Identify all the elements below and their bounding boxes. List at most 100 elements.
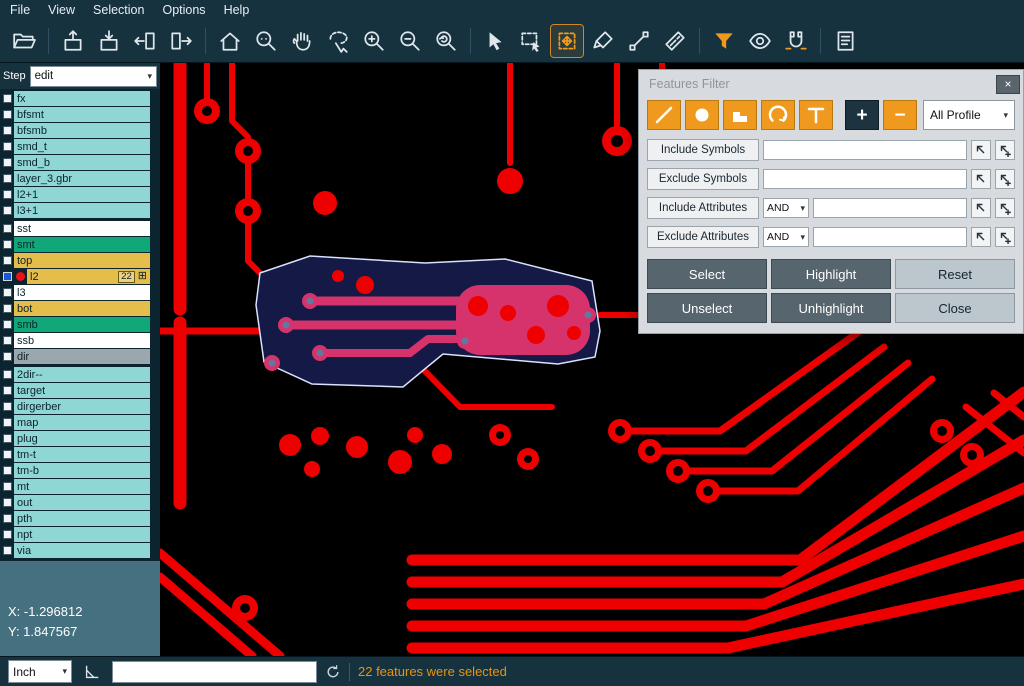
layer-row-l3+1[interactable]: l3+1 (0, 203, 160, 218)
exclude-attributes-input[interactable] (813, 227, 967, 247)
menu-item-options[interactable]: Options (162, 3, 205, 17)
home-icon[interactable] (214, 25, 246, 57)
close-button[interactable]: Close (895, 293, 1015, 323)
layer-row-top[interactable]: top (0, 253, 160, 268)
layer-label[interactable]: layer_3.gbr (14, 171, 150, 186)
layer-row-plug[interactable]: plug (0, 431, 160, 446)
layer-row-l2[interactable]: l222⊞ (0, 269, 160, 284)
angle-tool-icon[interactable] (80, 660, 104, 684)
layer-checkbox[interactable] (0, 402, 14, 411)
layer-label[interactable]: l2+1 (14, 187, 150, 202)
layer-row-bfsmt[interactable]: bfsmt (0, 107, 160, 122)
command-input[interactable] (112, 661, 317, 683)
layer-row-bfsmb[interactable]: bfsmb (0, 123, 160, 138)
pad-feature-icon[interactable] (685, 100, 719, 130)
include-symbols-input[interactable] (763, 140, 967, 160)
step-selector[interactable]: edit ▾ (30, 66, 157, 87)
lasso-select-icon[interactable] (322, 25, 354, 57)
layer-row-mt[interactable]: mt (0, 479, 160, 494)
view-eye-icon[interactable] (744, 25, 776, 57)
layer-label[interactable]: smd_t (14, 139, 150, 154)
unit-selector[interactable]: Inch ▾ (8, 660, 72, 683)
open-folder-icon[interactable] (8, 25, 40, 57)
layer-row-fx[interactable]: fx (0, 91, 160, 106)
layer-label[interactable]: via (14, 543, 150, 558)
reset-button[interactable]: Reset (895, 259, 1015, 289)
pick-from-canvas-icon[interactable] (971, 198, 991, 218)
remove-filter-button[interactable]: − (883, 100, 917, 130)
layer-checkbox[interactable] (0, 190, 14, 199)
layer-row-via[interactable]: via (0, 543, 160, 558)
close-icon[interactable]: × (996, 75, 1020, 94)
cursor-icon[interactable] (479, 25, 511, 57)
layer-checkbox[interactable] (0, 546, 14, 555)
layer-label[interactable]: 2dir-- (14, 367, 150, 382)
layer-row-sst[interactable]: sst (0, 221, 160, 236)
layer-row-tm-b[interactable]: tm-b (0, 463, 160, 478)
layer-checkbox[interactable] (0, 450, 14, 459)
layer-label[interactable]: smt (14, 237, 150, 252)
dialog-title-bar[interactable]: Features Filter × (639, 70, 1023, 96)
layer-row-ssb[interactable]: ssb (0, 333, 160, 348)
layer-label[interactable]: out (14, 495, 150, 510)
layer-label[interactable]: dirgerber (14, 399, 150, 414)
menu-item-file[interactable]: File (10, 3, 30, 17)
layer-checkbox[interactable] (0, 320, 14, 329)
area-select-icon[interactable] (515, 25, 547, 57)
text-feature-icon[interactable] (799, 100, 833, 130)
layer-checkbox[interactable] (0, 336, 14, 345)
layer-label[interactable]: l222⊞ (27, 269, 150, 284)
layer-checkbox[interactable] (0, 434, 14, 443)
profile-selector[interactable]: All Profile▾ (923, 100, 1015, 130)
layer-row-dir[interactable]: dir (0, 349, 160, 364)
layer-label[interactable]: smb (14, 317, 150, 332)
layer-checkbox[interactable] (0, 110, 14, 119)
refresh-icon[interactable] (325, 664, 341, 680)
layer-label[interactable]: map (14, 415, 150, 430)
layer-label[interactable]: target (14, 383, 150, 398)
and-or-selector[interactable]: AND▾ (763, 198, 809, 218)
layer-row-tm-t[interactable]: tm-t (0, 447, 160, 462)
layer-row-l3[interactable]: l3 (0, 285, 160, 300)
pick-from-canvas-icon[interactable] (971, 227, 991, 247)
layer-checkbox[interactable] (0, 498, 14, 507)
export-up-icon[interactable] (57, 25, 89, 57)
pan-hand-icon[interactable] (286, 25, 318, 57)
include-attributes-input[interactable] (813, 198, 967, 218)
pick-add-icon[interactable] (995, 198, 1015, 218)
layer-label[interactable]: pth (14, 511, 150, 526)
layer-checkbox[interactable] (0, 482, 14, 491)
layer-label[interactable]: smd_b (14, 155, 150, 170)
layer-label[interactable]: npt (14, 527, 150, 542)
menu-item-selection[interactable]: Selection (93, 3, 144, 17)
layer-label[interactable]: bfsmt (14, 107, 150, 122)
menu-item-view[interactable]: View (48, 3, 75, 17)
line-feature-icon[interactable] (647, 100, 681, 130)
layer-row-npt[interactable]: npt (0, 527, 160, 542)
layer-checkbox[interactable] (0, 142, 14, 151)
layer-label[interactable]: fx (14, 91, 150, 106)
pick-add-icon[interactable] (995, 169, 1015, 189)
layer-checkbox[interactable] (0, 206, 14, 215)
layer-row-layer_3.gbr[interactable]: layer_3.gbr (0, 171, 160, 186)
layer-row-bot[interactable]: bot (0, 301, 160, 316)
layer-label[interactable]: top (14, 253, 150, 268)
layer-checkbox[interactable] (0, 94, 14, 103)
layer-row-smt[interactable]: smt (0, 237, 160, 252)
layer-label[interactable]: dir (14, 349, 150, 364)
layer-row-smb[interactable]: smb (0, 317, 160, 332)
layer-row-target[interactable]: target (0, 383, 160, 398)
layer-label[interactable]: bfsmb (14, 123, 150, 138)
layer-row-smd_b[interactable]: smd_b (0, 155, 160, 170)
paint-icon[interactable] (587, 25, 619, 57)
pick-add-icon[interactable] (995, 140, 1015, 160)
layer-checkbox[interactable] (0, 386, 14, 395)
layer-row-out[interactable]: out (0, 495, 160, 510)
arc-feature-icon[interactable] (761, 100, 795, 130)
layer-label[interactable]: tm-b (14, 463, 150, 478)
export-right-icon[interactable] (165, 25, 197, 57)
snap-magnet-icon[interactable] (780, 25, 812, 57)
layer-checkbox[interactable] (0, 126, 14, 135)
zoom-in-icon[interactable] (358, 25, 390, 57)
layer-checkbox[interactable] (0, 174, 14, 183)
